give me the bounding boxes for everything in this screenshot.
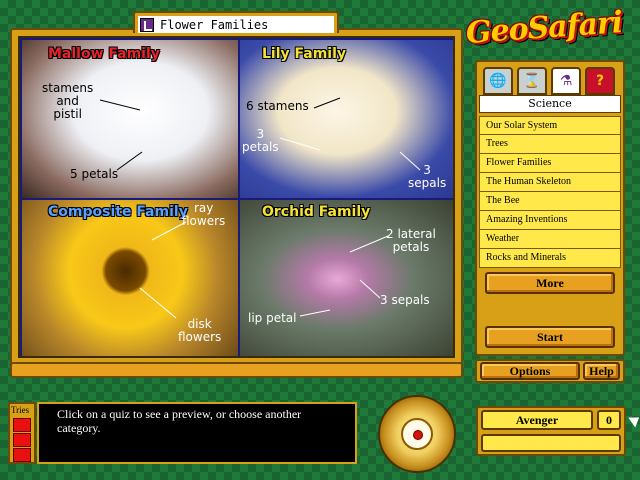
mallow-label-petals: 5 petals (70, 167, 119, 181)
more-button[interactable]: More (485, 272, 615, 294)
lily-label-sepals: 3 sepals (408, 163, 447, 190)
quiz-list: Our Solar System Trees Flower Families T… (479, 116, 621, 268)
dial-button[interactable] (378, 395, 456, 473)
mouse-cursor (628, 412, 640, 428)
active-category-label: Science (479, 95, 621, 113)
tab-mystery[interactable]: ? (585, 67, 615, 95)
quadrant-lily: Lily Family 6 stamens 3 petals 3 sepals (240, 40, 453, 198)
player-score: 0 (597, 410, 621, 430)
quadrant-composite: Composite Family ray flowers disk flowers (22, 200, 238, 356)
try-slot-1 (13, 418, 31, 432)
globe-icon: 🌐 (489, 73, 507, 89)
question-mark-icon: ? (595, 73, 605, 89)
start-button[interactable]: Start (485, 326, 615, 348)
options-help-bar: Options Help (475, 359, 625, 383)
composite-label-ray: ray flowers (182, 201, 226, 228)
orchid-label-lateral: 2 lateral petals (386, 227, 436, 254)
try-slot-2 (13, 433, 31, 447)
geosafari-logo: GeoSafari (464, 5, 624, 51)
quiz-item-weather[interactable]: Weather (479, 230, 621, 249)
status-bar (10, 362, 463, 378)
composite-family-title: Composite Family (48, 204, 188, 220)
dial-face (401, 418, 433, 450)
quiz-item-rocks-minerals[interactable]: Rocks and Minerals (479, 249, 621, 268)
tries-label: Tries (11, 405, 30, 415)
tab-geography[interactable]: 🌐 (483, 67, 513, 95)
quiz-item-human-skeleton[interactable]: The Human Skeleton (479, 173, 621, 192)
message-box: Click on a quiz to see a preview, or cho… (37, 402, 357, 464)
quiz-item-flower-families[interactable]: Flower Families (479, 154, 621, 173)
dial-center-light (413, 430, 423, 440)
lily-label-petals: 3 petals (242, 127, 279, 154)
mallow-family-title: Mallow Family (48, 46, 160, 62)
quadrant-mallow: Mallow Family stamens and pistil 5 petals (22, 40, 238, 198)
tries-indicator: Tries (8, 402, 36, 464)
category-panel: 🌐 ⌛ ⚗ ? Science Our Solar System Trees F… (475, 60, 625, 356)
hourglass-icon: ⌛ (523, 73, 541, 89)
lily-label-stamens: 6 stamens (246, 99, 309, 113)
orchid-family-title: Orchid Family (262, 204, 371, 220)
options-button[interactable]: Options (480, 362, 580, 380)
orchid-label-lip: lip petal (248, 311, 297, 325)
orchid-pointer-lines (299, 235, 389, 317)
quiz-item-trees[interactable]: Trees (479, 135, 621, 154)
window-title: Flower Families (160, 17, 269, 32)
title-bar: Flower Families (138, 16, 334, 33)
mallow-label-stamens: stamens and pistil (42, 81, 94, 121)
orchid-label-sepals: 3 sepals (380, 293, 430, 307)
quadrant-orchid: Orchid Family 2 lateral petals 3 sepals l… (240, 200, 453, 356)
composite-label-disk: disk flowers (178, 317, 222, 344)
help-button[interactable]: Help (583, 362, 620, 380)
tab-science[interactable]: ⚗ (551, 67, 581, 95)
window-title-tab: Flower Families (133, 11, 339, 33)
player-panel: Avenger 0 (476, 406, 626, 456)
try-slot-3 (13, 448, 31, 462)
player-slot-2[interactable] (481, 434, 621, 452)
flask-icon: ⚗ (559, 73, 573, 89)
preview-image: Mallow Family stamens and pistil 5 petals … (18, 36, 455, 358)
tab-history[interactable]: ⌛ (517, 67, 547, 95)
science-icon (140, 17, 154, 32)
player-name[interactable]: Avenger (481, 410, 593, 430)
quiz-item-amazing-inventions[interactable]: Amazing Inventions (479, 211, 621, 230)
category-tabs: 🌐 ⌛ ⚗ ? (483, 67, 621, 95)
lily-family-title: Lily Family (262, 46, 347, 62)
quiz-item-solar-system[interactable]: Our Solar System (479, 116, 621, 135)
quiz-item-the-bee[interactable]: The Bee (479, 192, 621, 211)
